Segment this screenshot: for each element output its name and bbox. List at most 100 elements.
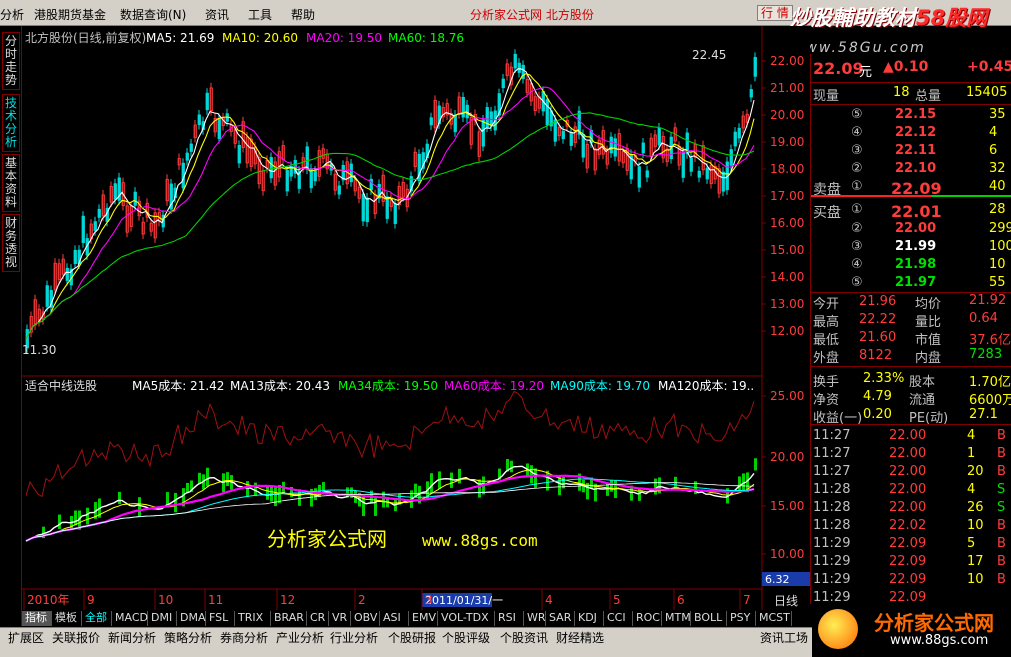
status-tab[interactable]: 新闻分析 (108, 629, 156, 646)
ask-row: ⑤ 22.15 35 (811, 106, 1011, 124)
indicator-tab[interactable]: BOLL (691, 611, 727, 626)
stat-row: 最低 21.60 市值 37.6亿 (811, 328, 1011, 348)
indicator-tab[interactable]: OBV (351, 611, 380, 626)
indicator-tab[interactable]: KDJ (575, 611, 604, 626)
tab-fundamentals[interactable]: 基本资料 (2, 154, 20, 212)
menu-news[interactable]: 资讯 (205, 6, 229, 23)
status-tab[interactable]: 产业分析 (276, 629, 324, 646)
quote-panel: 22.09 元 ▲0.10 +0.45 现量 18 总量 15405 ⑤ 22.15 35 ④ 22.1… (810, 54, 1011, 605)
indicator-tab[interactable]: FSL (206, 611, 235, 626)
indicator-tick: 20.00 (770, 450, 804, 464)
quote-button[interactable]: 行 情 (757, 5, 793, 21)
fin-value-1: 4.79 (863, 389, 892, 404)
status-tab[interactable]: 扩展区 (8, 629, 44, 646)
stat-label-1: 外盘 (813, 351, 840, 366)
level-vol: 4 (989, 125, 998, 140)
stat-value-1: 8122 (859, 348, 893, 363)
indicator-tab[interactable]: WR (524, 611, 546, 626)
status-tab[interactable]: 关联报价 (52, 629, 100, 646)
status-tab[interactable]: 策略分析 (164, 629, 212, 646)
ask-row: ③ 22.11 6 (811, 142, 1011, 160)
indicator-tab[interactable]: TRIX (235, 611, 271, 626)
menu-data-query[interactable]: 数据查询(N) (120, 6, 186, 23)
banner-suffix: 58股网 (916, 6, 988, 30)
fin-value-1: 2.33% (863, 371, 905, 386)
stat-row: 外盘 8122 内盘 7283 (811, 346, 1011, 366)
high-price-label: 22.45 (692, 48, 726, 62)
quote-price-row: 22.09 元 ▲0.10 +0.45 (811, 58, 1011, 80)
panel-divider (811, 424, 1011, 425)
period-label[interactable]: 日线 (774, 594, 798, 608)
indicator-tab[interactable]: MTM (662, 611, 691, 626)
indicator-tab[interactable]: MCST (756, 611, 792, 626)
menu-hk-futures[interactable]: 港股期货基金 (34, 6, 106, 23)
indicator-tab[interactable]: 模板 (52, 611, 82, 626)
level-price: 22.15 (895, 107, 937, 122)
tick-row: 11:29 22.09 5 B (811, 535, 1011, 553)
tick-side: B (997, 536, 1006, 551)
indicator-tab[interactable]: VOL-TDX (438, 611, 495, 626)
tick-time: 11:28 (813, 518, 851, 533)
watermark-url: www.88gs.com (422, 531, 538, 550)
indicator-tab[interactable]: MACD (112, 611, 148, 626)
tick-time: 11:29 (813, 590, 851, 605)
menu-help[interactable]: 帮助 (291, 6, 315, 23)
tick-vol: 5 (967, 536, 976, 551)
price-tick: 18.00 (770, 162, 804, 176)
tab-intraday[interactable]: 分时走势 (2, 32, 20, 90)
status-tab[interactable]: 个股资讯 (500, 629, 548, 646)
indicator-tab[interactable]: DMI (148, 611, 177, 626)
indicator-tab[interactable]: ROC (633, 611, 662, 626)
left-tab-bar: 分时走势 技术分析 基本资料 财务透视 (0, 26, 22, 626)
indicator-tab-bar: 指标 模板 全部 MACD DMI DMA FSL TRIX BRAR CR VR OBV ASI EMV… (22, 610, 810, 627)
indicator-tab[interactable]: ASI (380, 611, 409, 626)
level-price: 22.00 (895, 221, 937, 236)
indicator-tab[interactable]: 全部 (82, 611, 112, 626)
tab-finance[interactable]: 财务透视 (2, 214, 20, 272)
indicator-tick: 15.00 (770, 499, 804, 513)
tick-price: 22.09 (889, 536, 927, 551)
indicator-tab[interactable]: RSI (495, 611, 524, 626)
cost-ma5-label: MA5成本: 21.42 (132, 379, 224, 393)
level-price: 21.98 (895, 257, 937, 272)
stat-value-1: 21.96 (859, 294, 897, 309)
level-price: 22.12 (895, 125, 937, 140)
status-tab[interactable]: 个股评级 (442, 629, 490, 646)
chart-area[interactable]: 北方股份(日线,前复权) MA5: 21.69 MA10: 20.60 MA20… (22, 26, 810, 610)
menu-analysis[interactable]: 分析 (0, 6, 24, 23)
level-vol: 32 (989, 161, 1006, 176)
trading-app-window: 分析 港股期货基金 数据查询(N) 资讯 工具 帮助 分析家公式网 北方股份 行… (0, 0, 1011, 657)
tick-vol: 1 (967, 446, 976, 461)
ask-row: ④ 22.12 4 (811, 124, 1011, 142)
volume-row: 现量 18 总量 15405 (811, 84, 1011, 104)
status-tab[interactable]: 券商分析 (220, 629, 268, 646)
indicator-tab[interactable]: 指标 (22, 611, 52, 626)
tick-price: 22.00 (889, 464, 927, 479)
current-price: 22.09 (813, 59, 864, 78)
indicator-tab[interactable]: BRAR (271, 611, 307, 626)
level-vol: 10 (989, 257, 1006, 272)
price-tick: 22.00 (770, 54, 804, 68)
indicator-tab[interactable]: DMA (177, 611, 206, 626)
level-vol: 55 (989, 275, 1006, 290)
indicator-tab[interactable]: CCI (604, 611, 633, 626)
bid1-price: 22.01 (891, 202, 942, 221)
indicator-tab[interactable]: SAR (546, 611, 575, 626)
tab-technical[interactable]: 技术分析 (2, 94, 20, 152)
cost-ma34-label: MA34成本: 19.50 (338, 379, 438, 393)
stat-value-2: 0.64 (969, 311, 998, 326)
panel-divider (811, 104, 1011, 105)
status-tab[interactable]: 个股研报 (388, 629, 436, 646)
level-price: 22.10 (895, 161, 937, 176)
status-tab[interactable]: 资讯工场 (760, 629, 808, 646)
tick-vol: 10 (967, 572, 984, 587)
indicator-tab[interactable]: VR (329, 611, 351, 626)
date-cursor-label: 2011/01/31/一 (425, 594, 503, 607)
indicator-tab[interactable]: PSY (727, 611, 756, 626)
status-tab[interactable]: 财经精选 (556, 629, 604, 646)
status-tab[interactable]: 行业分析 (330, 629, 378, 646)
stat-row: 今开 21.96 均价 21.92 (811, 292, 1011, 312)
menu-tools[interactable]: 工具 (248, 6, 272, 23)
indicator-tab[interactable]: CR (307, 611, 329, 626)
indicator-tab[interactable]: EMV (409, 611, 438, 626)
